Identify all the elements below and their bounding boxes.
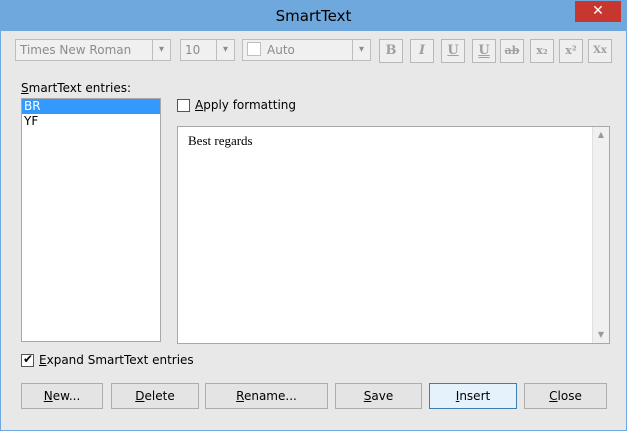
list-item[interactable]: BR xyxy=(22,99,160,114)
checkmark-icon: ✔ xyxy=(23,352,34,366)
bold-button[interactable]: B xyxy=(379,39,403,63)
apply-formatting-checkbox[interactable] xyxy=(177,99,190,112)
font-name-combo[interactable]: Times New Roman ▾ xyxy=(15,39,171,61)
new-button[interactable]: New... xyxy=(21,383,103,409)
editor-scrollbar[interactable]: ▲ ▼ xyxy=(592,127,609,343)
title-bar: SmartText ✕ xyxy=(1,1,626,31)
smarttext-entries-label: SmartText entries: xyxy=(21,81,132,95)
insert-button[interactable]: Insert xyxy=(429,383,517,409)
strikethrough-button[interactable]: ab xyxy=(500,39,524,63)
scroll-up-icon[interactable]: ▲ xyxy=(593,127,609,143)
italic-button[interactable]: I xyxy=(410,39,434,63)
font-size-combo[interactable]: 10 ▾ xyxy=(180,39,235,61)
window-title: SmartText xyxy=(275,7,352,25)
double-underline-icon: U xyxy=(478,43,490,58)
font-name-value: Times New Roman xyxy=(20,43,132,57)
expand-entries-checkbox[interactable]: ✔ xyxy=(21,352,34,367)
close-window-icon[interactable]: ✕ xyxy=(575,1,621,22)
chevron-down-icon[interactable]: ▾ xyxy=(352,40,370,60)
list-item[interactable]: YF xyxy=(22,114,160,129)
save-button[interactable]: Save xyxy=(335,383,422,409)
color-swatch-icon xyxy=(247,42,261,56)
apply-formatting-label: Apply formatting xyxy=(195,98,297,112)
rename-button[interactable]: Rename... xyxy=(205,383,328,409)
color-value: Auto xyxy=(267,43,295,57)
scroll-down-icon[interactable]: ▼ xyxy=(593,327,609,343)
expand-entries-label: Expand SmartText entries xyxy=(39,353,194,367)
clear-format-icon: Xx xyxy=(593,45,607,56)
double-underline-button[interactable]: U xyxy=(472,39,496,63)
italic-icon: I xyxy=(418,43,426,58)
underline-button[interactable]: U xyxy=(441,39,465,63)
bold-icon: B xyxy=(385,43,397,58)
superscript-button[interactable]: x² xyxy=(559,39,583,63)
smarttext-editor[interactable]: Best regards ▲ ▼ xyxy=(177,126,610,344)
chevron-down-icon[interactable]: ▾ xyxy=(216,40,234,60)
smarttext-entries-list[interactable]: BR YF xyxy=(21,98,161,342)
subscript-button[interactable]: x₂ xyxy=(530,39,554,63)
strikethrough-icon: ab xyxy=(504,44,520,57)
close-button[interactable]: Close xyxy=(524,383,607,409)
subscript-icon: x₂ xyxy=(536,44,548,57)
font-size-value: 10 xyxy=(185,43,201,57)
color-combo[interactable]: Auto ▾ xyxy=(242,39,371,61)
delete-button[interactable]: Delete xyxy=(111,383,199,409)
smarttext-dialog: SmartText ✕ Times New Roman ▾ 10 ▾ Auto … xyxy=(0,0,627,431)
superscript-icon: x² xyxy=(565,44,577,57)
underline-icon: U xyxy=(447,43,459,58)
chevron-down-icon[interactable]: ▾ xyxy=(152,40,170,60)
clear-format-button[interactable]: Xx xyxy=(588,39,612,63)
editor-text: Best regards xyxy=(188,133,253,148)
